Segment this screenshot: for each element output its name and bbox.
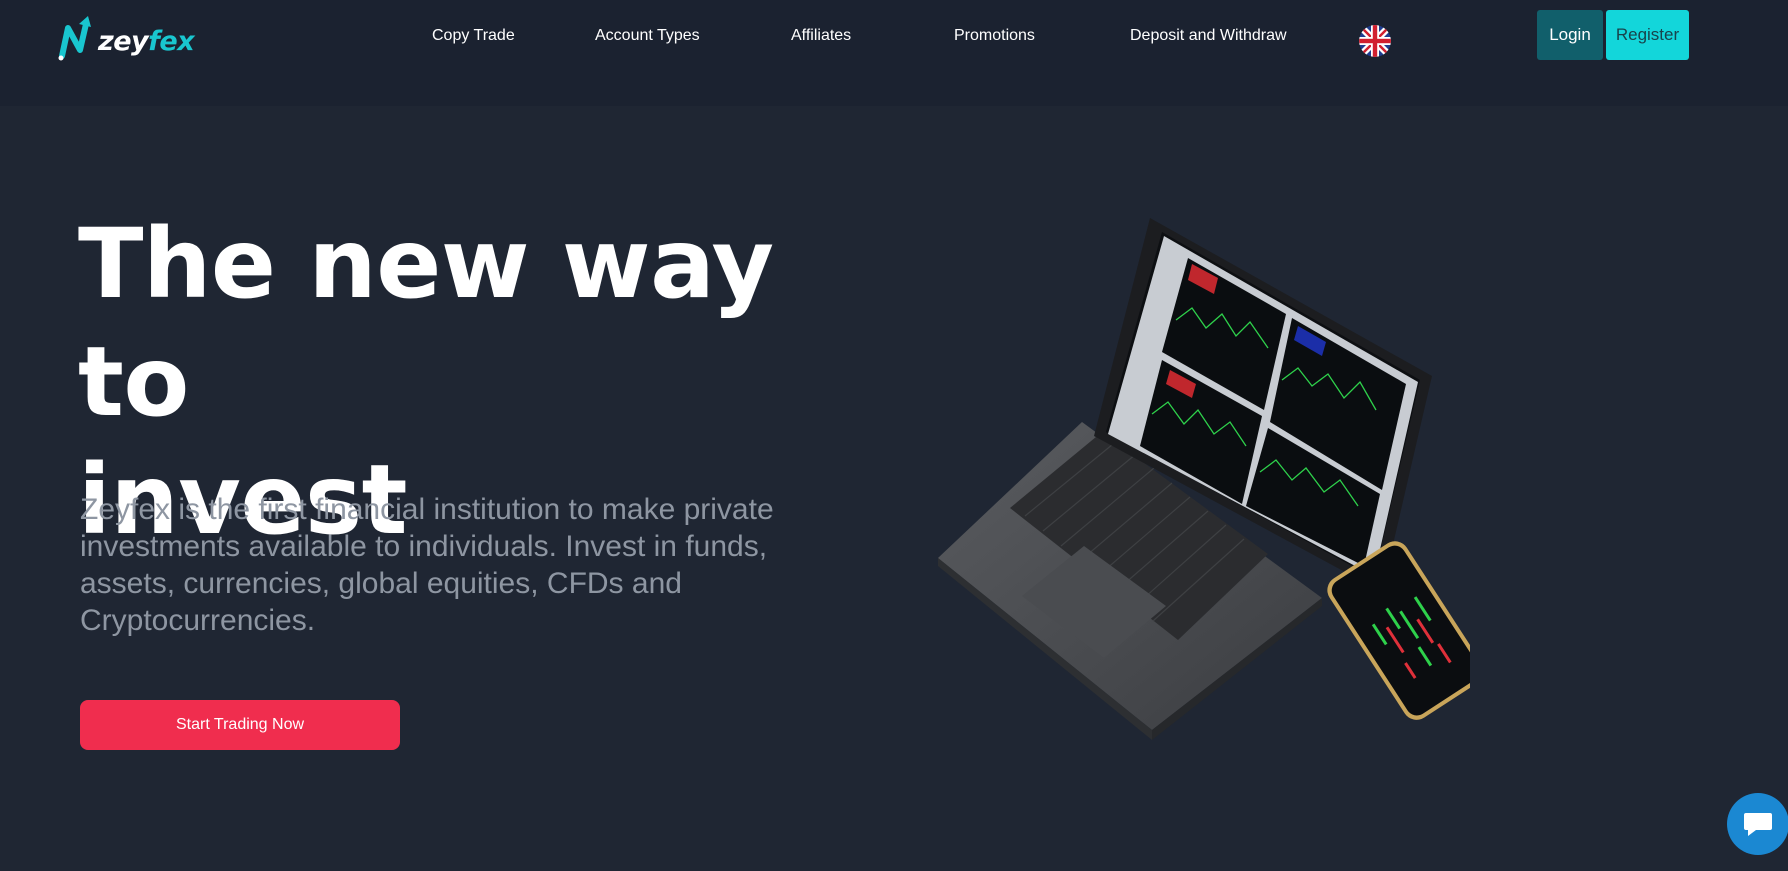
uk-flag-icon [1359,25,1391,57]
zeyfex-logo[interactable]: zeyfex [58,14,208,62]
nav-promotions[interactable]: Promotions [954,24,1035,48]
trading-devices-illustration [938,218,1470,740]
chat-bubble-icon [1744,813,1772,836]
language-selector[interactable] [1359,25,1391,57]
register-button[interactable]: Register [1606,10,1689,60]
nav-affiliates[interactable]: Affiliates [791,24,851,48]
nav-account-types[interactable]: Account Types [595,24,700,48]
site-header: zeyfex Copy Trade Account Types Affiliat… [0,0,1788,106]
nav-deposit-withdraw[interactable]: Deposit and Withdraw [1130,24,1287,48]
login-button[interactable]: Login [1537,10,1603,60]
nav-copy-trade[interactable]: Copy Trade [432,24,515,48]
hero-description: Zeyfex is the first financial institutio… [80,493,774,637]
logo-wordmark: zeyfex [98,25,195,57]
logo-arrow-icon [58,16,91,61]
hero-title-line-1: The new way to [78,208,774,438]
start-trading-button[interactable]: Start Trading Now [80,700,400,750]
live-chat-button[interactable] [1727,793,1788,855]
